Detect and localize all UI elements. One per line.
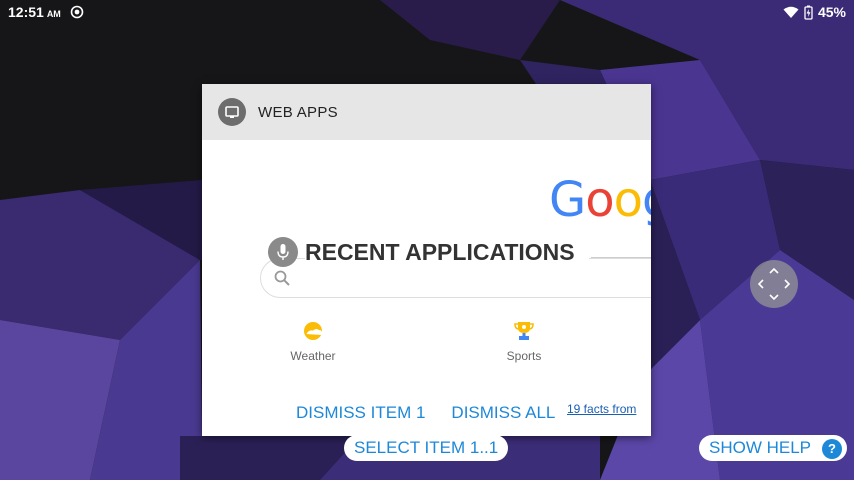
select-item-button[interactable]: SELECT ITEM 1..1 — [344, 435, 509, 461]
battery-level: 45% — [817, 4, 846, 20]
recent-applications-title: RECENT APPLICATIONS — [305, 239, 589, 266]
clock-time: 12:51 — [8, 4, 44, 20]
wifi-icon — [783, 6, 799, 18]
google-logo-text: Goog — [549, 172, 651, 228]
show-help-button[interactable]: SHOW HELP ? — [699, 435, 848, 461]
card-header[interactable]: WEB APPS — [202, 84, 651, 140]
dismiss-actions: DISMISS ITEM 1 DISMISS ALL — [286, 400, 566, 426]
google-logo: Goog — [549, 172, 651, 228]
shortcut-weather[interactable]: Weather — [273, 320, 353, 363]
dismiss-item-button[interactable]: DISMISS ITEM 1 — [286, 400, 436, 426]
shortcut-label: Sports — [506, 349, 542, 363]
shortcut-label: Weather — [290, 349, 336, 363]
shortcut-sports[interactable]: Sports — [484, 320, 564, 363]
app-icon-circle — [218, 98, 246, 126]
mic-badge — [268, 237, 298, 267]
google-logo-letter: o — [585, 172, 614, 228]
dismiss-all-button[interactable]: DISMISS ALL — [441, 400, 566, 426]
section-divider — [591, 257, 651, 258]
search-icon — [274, 270, 290, 286]
clock: 12:51 AM — [8, 4, 61, 20]
navigation-pad[interactable] — [750, 260, 798, 308]
google-logo-letter: G — [549, 172, 586, 228]
show-help-label: SHOW HELP — [709, 438, 812, 457]
card-title: WEB APPS — [258, 104, 338, 121]
facts-link[interactable]: 19 facts from — [567, 402, 636, 416]
google-logo-letter: o — [613, 172, 643, 228]
trophy-icon — [514, 322, 534, 340]
direction-arrows-icon — [757, 267, 791, 301]
help-question-icon: ? — [822, 439, 843, 459]
sync-icon — [70, 5, 84, 19]
microphone-icon — [277, 244, 289, 260]
monitor-icon — [225, 106, 239, 118]
clock-ampm: AM — [46, 9, 61, 19]
status-indicators: 45% — [783, 4, 846, 20]
google-logo-letter: g — [642, 172, 651, 228]
recent-app-card[interactable]: WEB APPS Goog RECENT APPLICATIONS Weathe… — [202, 84, 651, 436]
status-bar: 12:51 AM 45% — [0, 0, 854, 24]
battery-charging-icon — [804, 5, 813, 20]
weather-icon — [304, 322, 323, 340]
